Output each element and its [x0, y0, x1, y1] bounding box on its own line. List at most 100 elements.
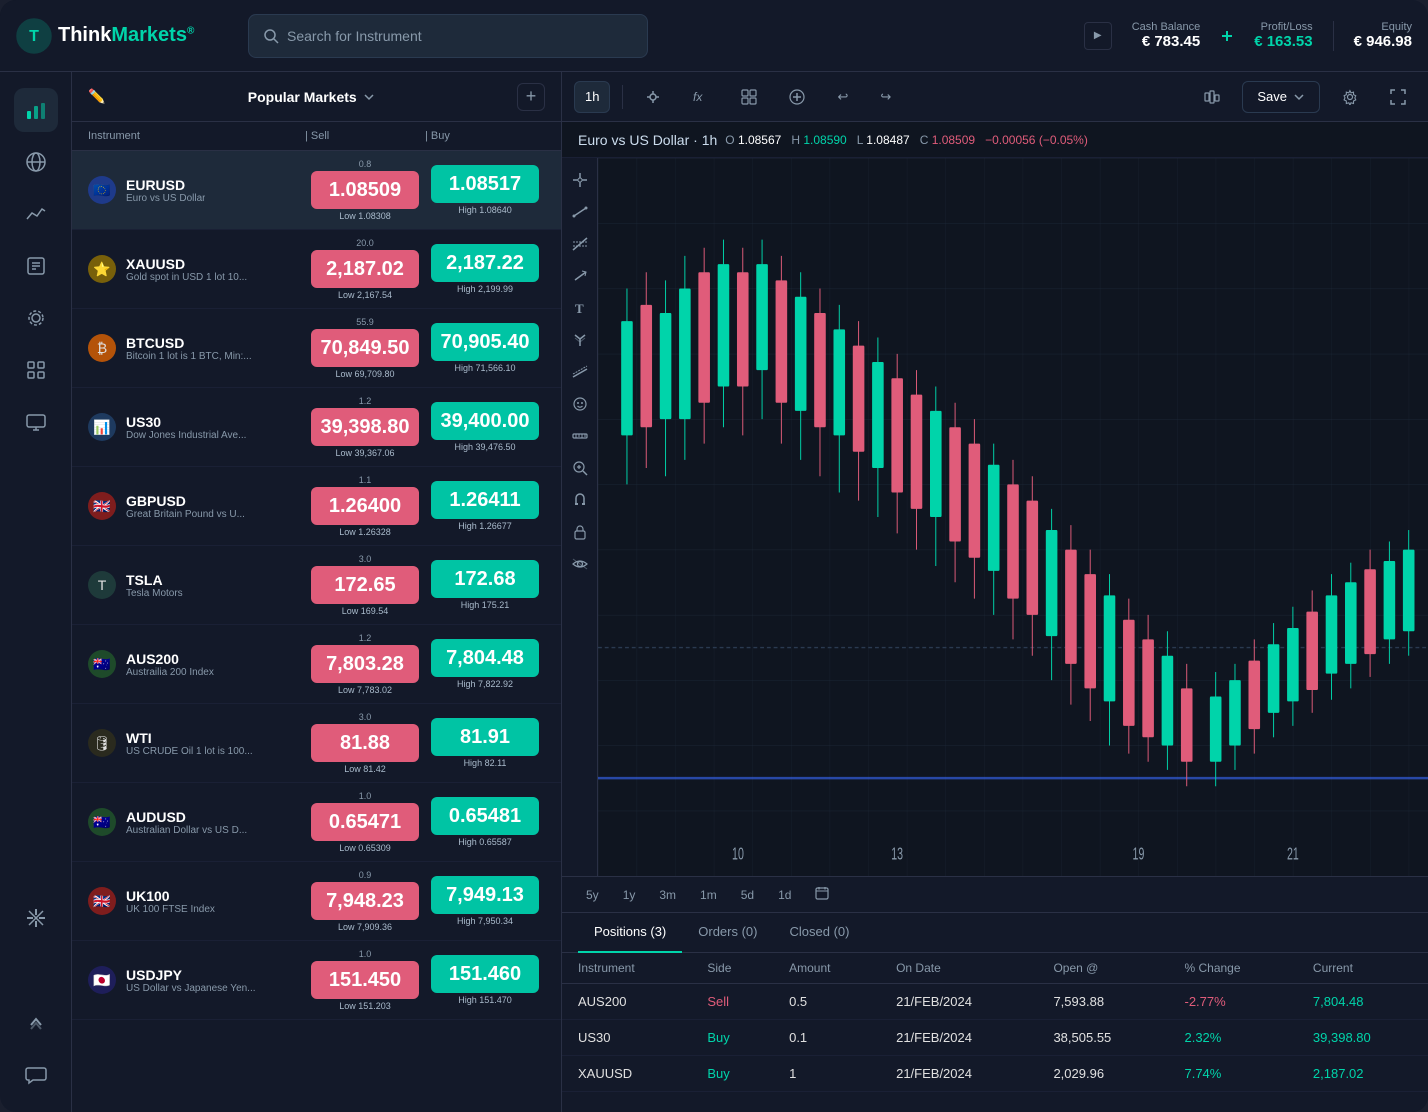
- buy-button[interactable]: 70,905.40: [431, 323, 539, 361]
- buy-button[interactable]: 7,949.13: [431, 876, 539, 914]
- instrument-info: ₿ BTCUSD Bitcoin 1 lot is 1 BTC, Min:...: [88, 334, 305, 362]
- buy-button[interactable]: 2,187.22: [431, 244, 539, 282]
- instrument-description: Tesla Motors: [126, 588, 183, 599]
- instrument-row[interactable]: 🛢 WTI US CRUDE Oil 1 lot is 100... 3.0 8…: [72, 704, 561, 783]
- emoji-tool[interactable]: [566, 390, 594, 418]
- timeframe-3m-btn[interactable]: 3m: [651, 884, 684, 906]
- lock-tool[interactable]: [566, 518, 594, 546]
- chart-title: Euro vs US Dollar · 1h: [578, 132, 717, 148]
- buy-button[interactable]: 81.91: [431, 718, 539, 756]
- draw-ray-tool[interactable]: [566, 262, 594, 290]
- instrument-row[interactable]: 🇦🇺 AUDUSD Australian Dollar vs US D... 1…: [72, 783, 561, 862]
- edit-icon[interactable]: ✏️: [88, 88, 105, 105]
- flag-icon: ₿: [88, 334, 116, 362]
- sidebar-item-chat[interactable]: [14, 1052, 58, 1096]
- sidebar-item-up[interactable]: [14, 1000, 58, 1044]
- search-bar[interactable]: Search for Instrument: [248, 14, 648, 58]
- timeframe-1y-btn[interactable]: 1y: [615, 884, 644, 906]
- expand-stats-btn[interactable]: ▶: [1084, 22, 1112, 50]
- sell-button[interactable]: 0.65471: [311, 803, 419, 841]
- undo-btn[interactable]: ↩: [827, 81, 858, 113]
- instrument-name: UK100: [126, 888, 215, 904]
- timeframe-1h-btn[interactable]: 1h: [574, 81, 610, 113]
- chart-type-btn[interactable]: [1194, 81, 1230, 113]
- sell-button[interactable]: 1.08509: [311, 171, 419, 209]
- channel-tool[interactable]: [566, 358, 594, 386]
- buy-button[interactable]: 0.65481: [431, 797, 539, 835]
- buy-button[interactable]: 39,400.00: [431, 402, 539, 440]
- sidebar-item-grid[interactable]: [14, 348, 58, 392]
- instrument-info: 🇬🇧 UK100 UK 100 FTSE Index: [88, 887, 305, 915]
- magnet-tool[interactable]: [566, 486, 594, 514]
- crosshair-tool[interactable]: [566, 166, 594, 194]
- timeframe-1d-btn[interactable]: 1d: [770, 884, 799, 906]
- sell-low: Low 169.54: [342, 606, 389, 616]
- sell-price-cell: 1.2 39,398.80 Low 39,367.06: [305, 396, 425, 458]
- templates-btn[interactable]: [731, 81, 767, 113]
- sell-button[interactable]: 81.88: [311, 724, 419, 762]
- timeframe-5y-btn[interactable]: 5y: [578, 884, 607, 906]
- buy-button[interactable]: 7,804.48: [431, 639, 539, 677]
- sell-button[interactable]: 39,398.80: [311, 408, 419, 446]
- instrument-row[interactable]: 🇯🇵 USDJPY US Dollar vs Japanese Yen... 1…: [72, 941, 561, 1020]
- instrument-row[interactable]: 📊 US30 Dow Jones Industrial Ave... 1.2 3…: [72, 388, 561, 467]
- sell-low: Low 1.26328: [339, 527, 391, 537]
- sidebar-item-charts[interactable]: [14, 88, 58, 132]
- sidebar-item-theme[interactable]: [14, 948, 58, 992]
- sell-button[interactable]: 151.450: [311, 961, 419, 999]
- sell-button[interactable]: 2,187.02: [311, 250, 419, 288]
- instrument-row[interactable]: ⭐ XAUUSD Gold spot in USD 1 lot 10... 20…: [72, 230, 561, 309]
- settings-btn[interactable]: [1332, 81, 1368, 113]
- timeframe-calendar-btn[interactable]: [807, 882, 837, 907]
- position-current: 7,804.48: [1297, 984, 1428, 1020]
- sidebar-item-analysis[interactable]: [14, 192, 58, 236]
- col-header-current: Current: [1297, 953, 1428, 984]
- position-open-at: 2,029.96: [1037, 1056, 1168, 1092]
- tab-positions[interactable]: Positions (3): [578, 913, 682, 953]
- timeframe-5d-btn[interactable]: 5d: [733, 884, 762, 906]
- add-indicator-btn[interactable]: [779, 81, 815, 113]
- instrument-row[interactable]: 🇬🇧 GBPUSD Great Britain Pound vs U... 1.…: [72, 467, 561, 546]
- sidebar-item-globe[interactable]: [14, 140, 58, 184]
- flag-icon: 🇬🇧: [88, 492, 116, 520]
- svg-text:19: 19: [1133, 845, 1145, 864]
- sell-button[interactable]: 70,849.50: [311, 329, 419, 367]
- eye-tool[interactable]: [566, 550, 594, 578]
- add-market-button[interactable]: +: [517, 83, 545, 111]
- zoom-tool[interactable]: [566, 454, 594, 482]
- sidebar-item-tv[interactable]: [14, 400, 58, 444]
- fork-tool[interactable]: [566, 326, 594, 354]
- indicators-btn[interactable]: fx: [683, 81, 719, 113]
- text-tool[interactable]: T: [566, 294, 594, 322]
- fullscreen-btn[interactable]: [1380, 81, 1416, 113]
- sell-button[interactable]: 7,803.28: [311, 645, 419, 683]
- sidebar-item-orders[interactable]: [14, 244, 58, 288]
- buy-button[interactable]: 1.08517: [431, 165, 539, 203]
- instrument-row[interactable]: 🇬🇧 UK100 UK 100 FTSE Index 0.9 7,948.23 …: [72, 862, 561, 941]
- instrument-row[interactable]: T TSLA Tesla Motors 3.0 172.65 Low 169.5…: [72, 546, 561, 625]
- chart-info-bar: Euro vs US Dollar · 1h O 1.08567 H 1.085…: [562, 122, 1428, 158]
- instrument-row[interactable]: ₿ BTCUSD Bitcoin 1 lot is 1 BTC, Min:...…: [72, 309, 561, 388]
- tab-closed[interactable]: Closed (0): [773, 913, 865, 953]
- redo-btn[interactable]: ↪: [870, 81, 901, 113]
- sell-button[interactable]: 1.26400: [311, 487, 419, 525]
- buy-button[interactable]: 172.68: [431, 560, 539, 598]
- draw-line-tool[interactable]: [566, 198, 594, 226]
- sidebar-item-camera[interactable]: [14, 296, 58, 340]
- position-open-at: 38,505.55: [1037, 1020, 1168, 1056]
- instrument-row[interactable]: 🇪🇺 EURUSD Euro vs US Dollar 0.8 1.08509 …: [72, 151, 561, 230]
- save-button[interactable]: Save: [1242, 81, 1320, 113]
- sell-button[interactable]: 172.65: [311, 566, 419, 604]
- crosshair-tool-btn[interactable]: [635, 81, 671, 113]
- buy-button[interactable]: 1.26411: [431, 481, 539, 519]
- draw-multi-tool[interactable]: [566, 230, 594, 258]
- sidebar-item-crosshair[interactable]: [14, 896, 58, 940]
- timeframe-1m-btn[interactable]: 1m: [692, 884, 725, 906]
- sell-button[interactable]: 7,948.23: [311, 882, 419, 920]
- sell-low: Low 39,367.06: [335, 448, 394, 458]
- buy-button[interactable]: 151.460: [431, 955, 539, 993]
- ruler-tool[interactable]: [566, 422, 594, 450]
- header: T ThinkMarkets® Search for Instrument ▶ …: [0, 0, 1428, 72]
- tab-orders[interactable]: Orders (0): [682, 913, 773, 953]
- instrument-row[interactable]: 🇦🇺 AUS200 Austrailia 200 Index 1.2 7,803…: [72, 625, 561, 704]
